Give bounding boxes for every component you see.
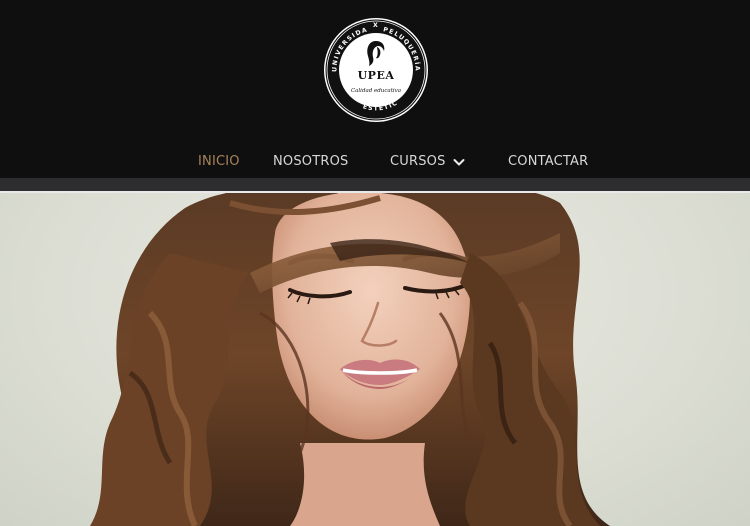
hero-photo-woman-wavy-hair: [90, 193, 610, 526]
site-header: UNIVERSIDAD PELUQUERÍA ESTÉTICA X UPEA C…: [0, 0, 750, 178]
logo-emblem: UNIVERSIDAD PELUQUERÍA ESTÉTICA X UPEA C…: [323, 17, 428, 122]
main-nav: INICIO NOSOTROS CURSOS CONTACTAR: [0, 146, 750, 178]
logo-brand-text: UPEA: [358, 69, 395, 82]
logo-slogan-text: Calidad educativa: [351, 88, 401, 94]
site-logo[interactable]: UNIVERSIDAD PELUQUERÍA ESTÉTICA X UPEA C…: [323, 17, 429, 123]
chevron-down-icon[interactable]: [453, 158, 465, 167]
header-divider: [0, 178, 750, 191]
nav-item-nosotros[interactable]: NOSOTROS: [273, 154, 349, 169]
nav-item-cursos[interactable]: CURSOS: [390, 154, 446, 169]
nav-item-inicio[interactable]: INICIO: [198, 154, 240, 169]
nav-item-contactar[interactable]: CONTACTAR: [508, 154, 588, 169]
logo-separator: X: [373, 22, 379, 29]
hero-image: [0, 193, 750, 526]
